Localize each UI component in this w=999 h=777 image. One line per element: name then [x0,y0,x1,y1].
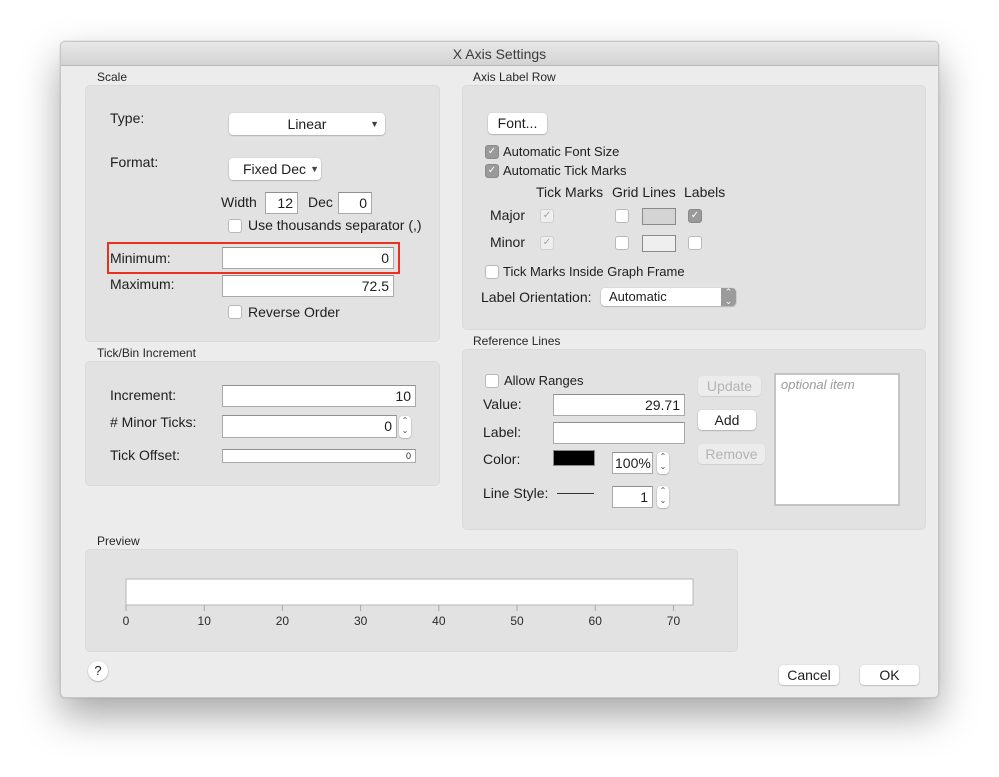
list-placeholder: optional item [781,377,855,392]
tick-offset-field[interactable]: 0 [222,449,416,463]
labels-column-header: Labels [684,184,726,200]
preview-tick-label: 20 [276,614,290,628]
minor-ticks-label: # Minor Ticks: [110,414,197,430]
preview-tick-label: 40 [432,614,446,628]
width-field[interactable]: 12 [265,192,298,214]
minor-ticks-field[interactable]: 0 [222,415,397,438]
font-button[interactable]: Font... [488,113,547,134]
major-grid-lines-checkbox[interactable] [615,209,629,223]
minor-row-label: Minor [490,234,526,250]
reference-lines-group-label: Reference Lines [473,334,561,348]
minimum-field[interactable]: 0 [222,247,394,269]
minor-tick-marks-checkbox[interactable]: ✓ [540,236,554,250]
minor-grid-color-swatch[interactable] [642,235,676,252]
major-tick-marks-checkbox[interactable]: ✓ [540,209,554,223]
maximum-field[interactable]: 72.5 [222,275,394,297]
type-label: Type: [110,110,145,126]
preview-tick-label: 10 [198,614,212,628]
preview-tick-label: 0 [123,614,130,628]
maximum-label: Maximum: [110,276,175,292]
chevron-down-icon: ▼ [370,119,379,129]
line-width-stepper[interactable]: ⌃ ⌄ [657,486,669,508]
label-orientation-select[interactable]: Automatic ⌃ ⌄ [601,288,736,306]
x-axis-settings-dialog: X Axis Settings Scale Type: Linear ▼ For… [60,41,939,698]
preview-frame [125,578,694,606]
major-row-label: Major [490,207,526,223]
format-label: Format: [110,154,159,170]
type-select-value: Linear [287,116,327,132]
preview-tick-label: 70 [667,614,681,628]
value-label: Value: [483,396,522,412]
axis-label-row-group-label: Axis Label Row [473,70,556,84]
chevron-down-icon: ▼ [310,164,319,174]
add-button[interactable]: Add [698,410,756,430]
label-orientation-value: Automatic [609,289,667,304]
cancel-button[interactable]: Cancel [779,665,839,685]
scale-group-label: Scale [97,70,128,84]
dialog-title: X Axis Settings [61,42,938,66]
axis-preview: 0 10 20 30 40 50 60 70 [123,578,694,628]
preview-panel: 0 10 20 30 40 50 60 70 [85,549,738,652]
allow-ranges-checkbox[interactable] [485,374,499,388]
reference-lines-panel: Allow Ranges Value: 29.71 Label: Color: … [462,349,926,530]
increment-field[interactable]: 10 [222,385,416,407]
allow-ranges-label: Allow Ranges [504,373,584,388]
type-select[interactable]: Linear ▼ [229,113,385,135]
minor-ticks-stepper[interactable]: ⌃ ⌄ [399,416,411,438]
preview-tick-label: 50 [510,614,524,628]
dec-field[interactable]: 0 [338,192,372,214]
line-style-label: Line Style: [483,485,549,501]
scale-panel: Type: Linear ▼ Format: Fixed Dec ▼ Width… [85,85,440,342]
reverse-order-checkbox[interactable] [228,305,242,319]
axis-label-row-panel: Font... ✓ Automatic Font Size ✓ Automati… [462,85,926,330]
line-width-field[interactable]: 1 [612,486,653,508]
up-down-chevron-icon: ⌃ ⌄ [721,288,736,306]
opacity-field[interactable]: 100% [612,452,653,474]
label-orientation-label: Label Orientation: [481,289,592,305]
ok-button[interactable]: OK [860,665,919,685]
tick-marks-inside-frame-checkbox[interactable] [485,265,499,279]
reference-line-color-swatch[interactable] [553,450,595,466]
color-label: Color: [483,451,521,467]
reverse-order-label: Reverse Order [248,304,340,320]
minor-labels-checkbox[interactable] [688,236,702,250]
label-label: Label: [483,424,522,440]
width-label: Width [221,194,257,210]
minimum-label: Minimum: [110,250,171,266]
minor-grid-lines-checkbox[interactable] [615,236,629,250]
format-select[interactable]: Fixed Dec ▼ [229,158,321,180]
auto-tick-marks-checkbox[interactable]: ✓ [485,164,499,178]
reference-lines-list[interactable]: optional item [774,373,900,506]
value-field[interactable]: 29.71 [553,394,685,416]
opacity-stepper[interactable]: ⌃ ⌄ [657,452,669,474]
thousands-separator-label: Use thousands separator (,) [248,217,422,233]
tick-bin-panel: Increment: 10 # Minor Ticks: 0 ⌃ ⌄ Tick O… [85,361,440,486]
label-field[interactable] [553,422,685,444]
thousands-separator-checkbox[interactable] [228,219,242,233]
update-button[interactable]: Update [698,376,761,396]
auto-font-size-checkbox[interactable]: ✓ [485,145,499,159]
increment-label: Increment: [110,387,177,403]
format-select-value: Fixed Dec [243,161,307,177]
preview-tick-label: 30 [354,614,368,628]
tick-offset-label: Tick Offset: [110,447,181,463]
tick-marks-column-header: Tick Marks [536,184,604,200]
line-style-sample[interactable] [557,493,594,494]
remove-button[interactable]: Remove [698,444,765,464]
preview-tick-label: 60 [589,614,603,628]
tick-bin-group-label: Tick/Bin Increment [97,346,196,360]
help-button[interactable]: ? [88,661,108,681]
auto-tick-marks-label: Automatic Tick Marks [503,163,627,178]
preview-group-label: Preview [97,534,140,548]
dec-label: Dec [308,194,333,210]
tick-marks-inside-frame-label: Tick Marks Inside Graph Frame [503,264,685,279]
grid-lines-column-header: Grid Lines [612,184,676,200]
auto-font-size-label: Automatic Font Size [503,144,620,159]
major-grid-color-swatch[interactable] [642,208,676,225]
major-labels-checkbox[interactable]: ✓ [688,209,702,223]
